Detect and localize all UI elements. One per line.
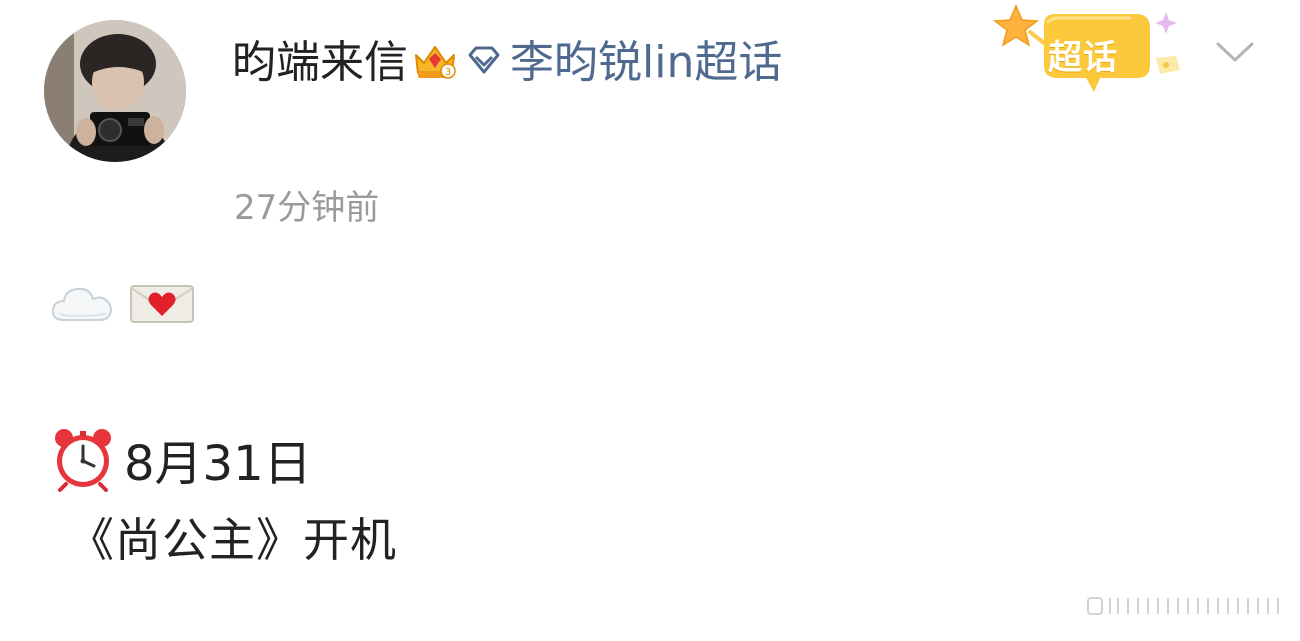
diamond-icon — [464, 28, 504, 74]
supertopic-link[interactable]: 李昀锐lin超话 — [510, 37, 782, 88]
avatar[interactable] — [44, 20, 186, 162]
love-letter-emoji-icon — [130, 285, 195, 323]
post-content-text: 《尚公主》开机 — [68, 513, 397, 567]
more-options-chevron[interactable] — [1212, 36, 1258, 68]
alarm-clock-emoji-icon — [55, 429, 111, 492]
username[interactable]: 昀端来信 — [232, 37, 408, 88]
post-emoji-row — [50, 280, 195, 330]
post-date-line: 8月31日 — [50, 424, 312, 494]
chevron-down-icon — [1216, 42, 1254, 62]
crown-icon: 3 — [412, 34, 458, 79]
post-date-text: 8月31日 — [124, 436, 312, 492]
cloud-emoji-icon — [51, 287, 112, 321]
post-header: 昀端来信 3 李昀锐lin超话 — [232, 28, 842, 96]
svg-text:3: 3 — [445, 67, 451, 78]
post-timestamp: 27分钟前 — [234, 188, 380, 228]
watermark-icon — [1087, 597, 1279, 615]
supertopic-badge[interactable]: 超话 — [990, 2, 1200, 102]
supertopic-badge-label: 超话 — [1048, 38, 1118, 78]
avatar-photo — [44, 20, 186, 162]
